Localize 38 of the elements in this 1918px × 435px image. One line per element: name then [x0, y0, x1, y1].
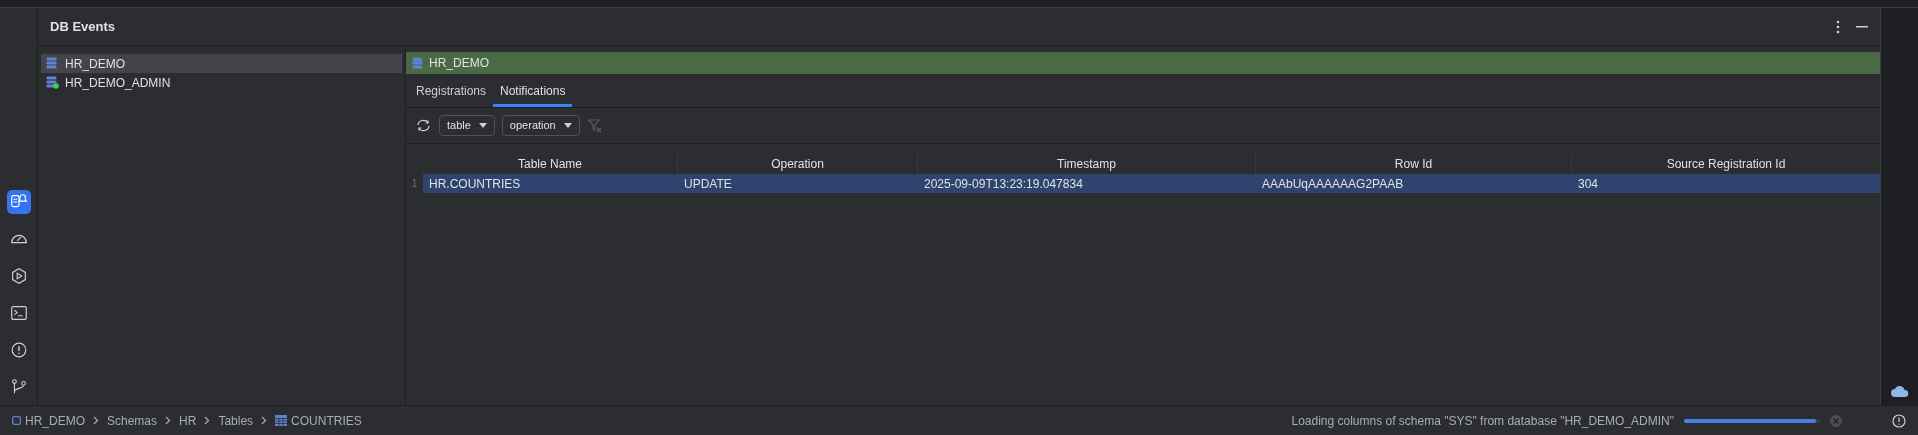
breadcrumb[interactable]: HR_DEMO	[12, 411, 85, 430]
breadcrumb[interactable]: HR	[179, 411, 197, 430]
panel-title: DB Events	[50, 17, 116, 36]
breadcrumb[interactable]: Schemas	[107, 411, 158, 430]
refresh-icon[interactable]	[416, 119, 431, 132]
table-cell-text: 304	[1577, 175, 1600, 193]
minimize-icon[interactable]	[1856, 25, 1868, 28]
database-icon	[412, 57, 423, 69]
database-bell-icon[interactable]	[6, 190, 31, 214]
warning-icon[interactable]	[1892, 413, 1906, 428]
table-icon	[275, 415, 288, 426]
chevron-icon	[93, 416, 99, 425]
cloud-icon[interactable]	[1890, 385, 1909, 397]
chevron-icon	[204, 416, 211, 425]
row-number: 1	[410, 177, 419, 191]
caret-icon	[563, 123, 572, 128]
table-cell-text: AAAbUqAAAAAAG2PAAB	[1261, 175, 1405, 193]
table-row[interactable]: HR.COUNTRIES UPDATE 2025-09-09T13:23:19.047834 AAAbUqAAAAAAG2PAAB 304	[423, 174, 1880, 193]
filter-dropdown[interactable]: table	[439, 115, 495, 136]
database-icon	[46, 57, 59, 70]
table-cell-text: HR.COUNTRIES	[428, 175, 522, 193]
chevron-icon	[165, 416, 172, 425]
tab[interactable]: Notifications	[493, 77, 573, 107]
tab[interactable]: Registrations	[409, 77, 494, 107]
breadcrumb[interactable]: Tables	[218, 411, 254, 430]
caret-icon	[478, 123, 487, 128]
connection-item[interactable]: HR_DEMO_ADMIN	[41, 73, 402, 92]
status-message: Loading columns of schema "SYS" from database "HR_DEMO_ADMIN"	[1291, 412, 1674, 430]
more-icon[interactable]	[1836, 19, 1840, 34]
connection-item[interactable]: HR_DEMO	[41, 54, 402, 73]
filter-dropdown[interactable]: operation	[501, 115, 580, 136]
breadcrumb[interactable]: COUNTRIES	[275, 411, 362, 430]
chevron-icon	[261, 416, 268, 425]
column-header[interactable]: Source Registration Id	[1572, 154, 1880, 174]
table-cell-text: 2025-09-09T13:23:19.047834	[923, 175, 1084, 193]
connection-header: HR_DEMO	[406, 52, 1880, 74]
table-cell-text: UPDATE	[683, 175, 733, 193]
square-icon	[12, 416, 21, 425]
